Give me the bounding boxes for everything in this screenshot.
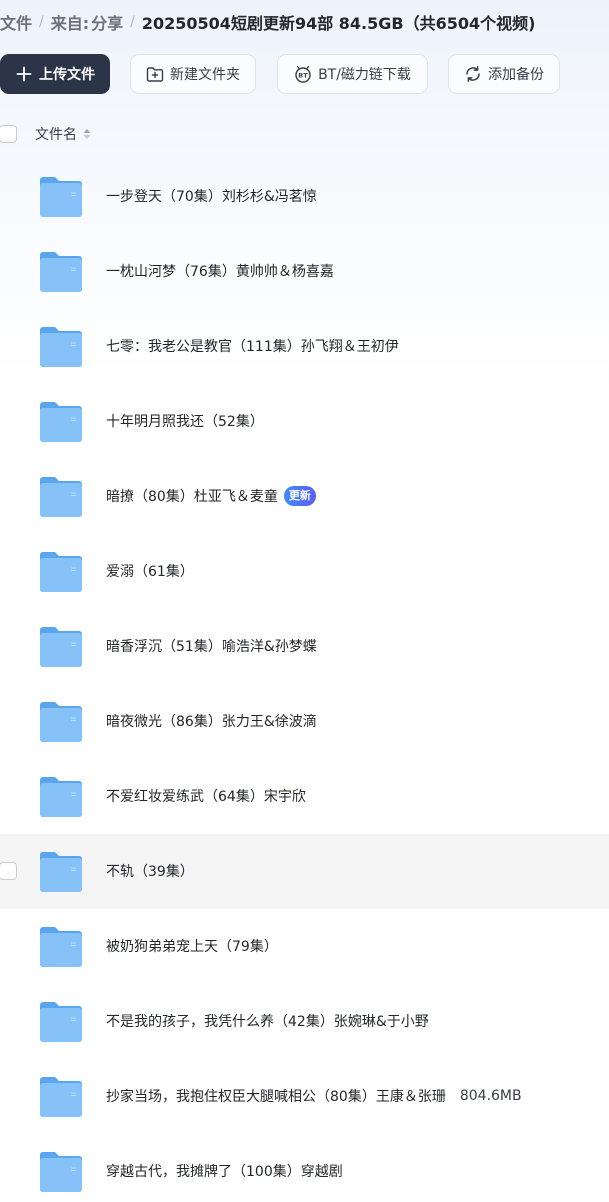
file-row[interactable]: 不轨（39集）	[0, 834, 609, 909]
file-name-text: 爱溺（61集）	[106, 564, 194, 580]
file-name[interactable]: 不爱红妆爱练武（64集）宋宇欣	[106, 786, 306, 806]
folder-icon	[38, 776, 84, 818]
breadcrumb-separator: /	[130, 14, 135, 30]
sort-icon[interactable]	[83, 128, 91, 140]
file-name-text: 穿越古代，我摊牌了（100集）穿越剧	[106, 1164, 343, 1180]
file-row[interactable]: 一步登天（70集）刘杉杉&冯茗惊	[0, 159, 609, 234]
breadcrumb-separator: /	[39, 14, 44, 30]
file-name[interactable]: 一步登天（70集）刘杉杉&冯茗惊	[106, 186, 317, 206]
bt-download-button-label: BT/磁力链下载	[318, 67, 411, 83]
file-name[interactable]: 一枕山河梦（76集）黄帅帅＆杨喜嘉	[106, 261, 334, 281]
file-name[interactable]: 暗撩（80集）杜亚飞＆麦童 更新	[106, 486, 316, 506]
file-name-text: 七零：我老公是教官（111集）孙飞翔＆王初伊	[106, 339, 399, 355]
folder-icon	[38, 701, 84, 743]
file-name-text: 一步登天（70集）刘杉杉&冯茗惊	[106, 189, 317, 205]
plus-icon	[15, 65, 33, 83]
folder-icon	[38, 1001, 84, 1043]
folder-icon	[38, 1076, 84, 1118]
folder-icon	[38, 551, 84, 593]
folder-icon	[38, 326, 84, 368]
add-backup-button[interactable]: 添加备份	[448, 54, 560, 94]
folder-icon	[38, 926, 84, 968]
file-row[interactable]: 不爱红妆爱练武（64集）宋宇欣	[0, 759, 609, 834]
breadcrumb-share[interactable]: 分享	[91, 10, 123, 34]
folder-icon	[38, 401, 84, 443]
file-row[interactable]: 不是我的孩子，我凭什么养（42集）张婉琳&于小野	[0, 984, 609, 1059]
folder-icon	[38, 851, 84, 893]
file-name-text: 一枕山河梦（76集）黄帅帅＆杨喜嘉	[106, 264, 334, 280]
file-row[interactable]: 爱溺（61集）	[0, 534, 609, 609]
file-name-text: 暗夜微光（86集）张力王&徐波滴	[106, 714, 317, 730]
folder-icon	[38, 476, 84, 518]
folder-plus-icon	[146, 65, 164, 83]
file-row[interactable]: 暗香浮沉（51集）喻浩洋&孙梦蝶	[0, 609, 609, 684]
file-name-text: 十年明月照我还（52集）	[106, 414, 264, 430]
bt-icon: BT	[294, 65, 312, 83]
folder-icon	[38, 176, 84, 218]
file-name[interactable]: 七零：我老公是教官（111集）孙飞翔＆王初伊	[106, 336, 399, 356]
file-name[interactable]: 被奶狗弟弟宠上天（79集）	[106, 936, 278, 956]
file-row[interactable]: 十年明月照我还（52集）	[0, 384, 609, 459]
file-name-text: 暗撩（80集）杜亚飞＆麦童	[106, 489, 278, 505]
new-folder-button-label: 新建文件夹	[170, 67, 240, 83]
upload-button[interactable]: 上传文件	[0, 54, 110, 94]
new-folder-button[interactable]: 新建文件夹	[130, 54, 256, 94]
file-list: 一步登天（70集）刘杉杉&冯茗惊一枕山河梦（76集）黄帅帅＆杨喜嘉七零：我老公是…	[0, 159, 609, 1202]
file-row[interactable]: 穿越古代，我摊牌了（100集）穿越剧	[0, 1134, 609, 1202]
file-name[interactable]: 不轨（39集）	[106, 861, 194, 881]
row-checkbox[interactable]	[0, 862, 17, 880]
file-name[interactable]: 穿越古代，我摊牌了（100集）穿越剧	[106, 1161, 343, 1181]
file-name[interactable]: 暗夜微光（86集）张力王&徐波滴	[106, 711, 317, 731]
folder-icon	[38, 1151, 84, 1193]
file-row[interactable]: 抄家当场，我抱住权臣大腿喊相公（80集）王康＆张珊 804.6MB	[0, 1059, 609, 1134]
upload-button-label: 上传文件	[39, 67, 95, 83]
file-name[interactable]: 抄家当场，我抱住权臣大腿喊相公（80集）王康＆张珊 804.6MB	[106, 1086, 522, 1106]
breadcrumb-from[interactable]: 来自:	[51, 10, 89, 34]
update-badge: 更新	[283, 486, 316, 506]
file-row[interactable]: 一枕山河梦（76集）黄帅帅＆杨喜嘉	[0, 234, 609, 309]
file-name[interactable]: 不是我的孩子，我凭什么养（42集）张婉琳&于小野	[106, 1011, 429, 1031]
sync-icon	[464, 65, 482, 83]
file-row[interactable]: 暗撩（80集）杜亚飞＆麦童 更新	[0, 459, 609, 534]
file-name-text: 被奶狗弟弟宠上天（79集）	[106, 939, 278, 955]
file-name[interactable]: 爱溺（61集）	[106, 561, 194, 581]
file-name-text: 不爱红妆爱练武（64集）宋宇欣	[106, 789, 306, 805]
file-size: 804.6MB	[459, 1088, 522, 1104]
sort-by-filename[interactable]: 文件名	[35, 124, 91, 144]
file-name-text: 不轨（39集）	[106, 864, 194, 880]
file-row[interactable]: 暗夜微光（86集）张力王&徐波滴	[0, 684, 609, 759]
breadcrumb: 文件 / 来自: 分享 / 20250504短剧更新94部 84.5GB（共65…	[0, 9, 535, 35]
folder-icon	[38, 626, 84, 668]
list-header: 文件名	[0, 116, 609, 152]
folder-icon	[38, 251, 84, 293]
file-row[interactable]: 七零：我老公是教官（111集）孙飞翔＆王初伊	[0, 309, 609, 384]
breadcrumb-current: 20250504短剧更新94部 84.5GB（共6504个视频)	[141, 14, 536, 33]
select-all-checkbox[interactable]	[0, 125, 17, 143]
breadcrumb-root[interactable]: 文件	[0, 10, 32, 34]
add-backup-button-label: 添加备份	[488, 67, 544, 83]
filename-column-label: 文件名	[35, 127, 77, 143]
toolbar: 上传文件 新建文件夹 BT BT/磁力链下载 添加备份	[0, 54, 609, 94]
file-row[interactable]: 被奶狗弟弟宠上天（79集）	[0, 909, 609, 984]
bt-download-button[interactable]: BT BT/磁力链下载	[277, 54, 428, 94]
file-name-text: 暗香浮沉（51集）喻浩洋&孙梦蝶	[106, 639, 317, 655]
file-name-text: 抄家当场，我抱住权臣大腿喊相公（80集）王康＆张珊	[106, 1089, 446, 1105]
svg-text:BT: BT	[298, 72, 308, 80]
file-name[interactable]: 十年明月照我还（52集）	[106, 411, 264, 431]
file-name-text: 不是我的孩子，我凭什么养（42集）张婉琳&于小野	[106, 1014, 429, 1030]
file-name[interactable]: 暗香浮沉（51集）喻浩洋&孙梦蝶	[106, 636, 317, 656]
